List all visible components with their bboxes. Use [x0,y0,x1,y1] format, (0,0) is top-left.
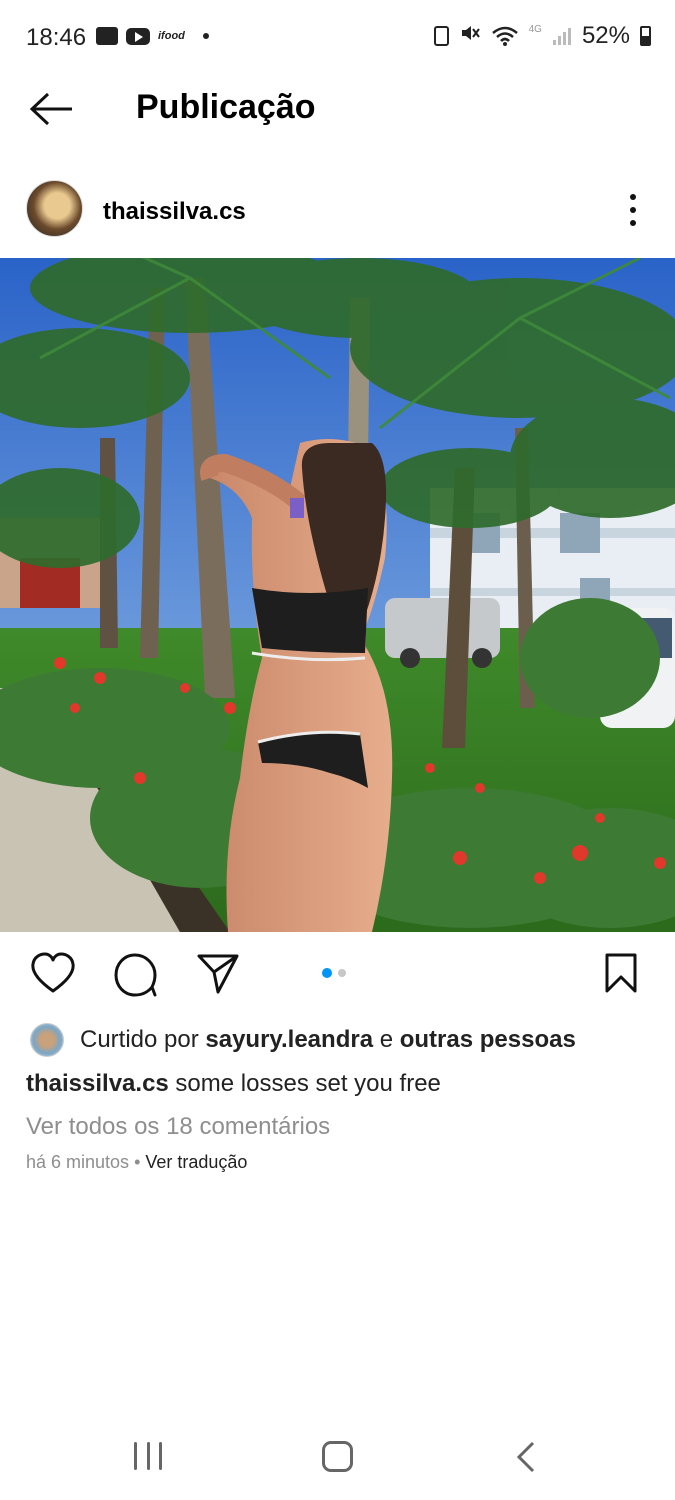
avatar[interactable] [26,180,83,237]
system-navigation-bar [0,1420,675,1500]
battery-icon [640,26,651,46]
post-caption: thaissilva.cs some losses set you free [26,1070,441,1098]
notification-icons: ifood [96,27,209,45]
arrow-left-icon[interactable] [28,90,76,128]
lock-icon [433,26,449,46]
more-notifications-dot [202,33,209,39]
post-meta: há 6 minutos • Ver tradução [26,1152,247,1173]
page-title: Publicação [136,88,316,126]
mute-icon [459,22,481,50]
post-time-ago: há 6 minutos [26,1152,130,1172]
likes-summary[interactable]: Curtido por sayury.leandra e outras pess… [30,1022,576,1058]
post-image [0,258,675,932]
likes-others[interactable]: outras pessoas [400,1026,576,1053]
likes-conjunction: e [373,1026,400,1053]
ifood-icon: ifood [158,30,185,42]
recents-icon[interactable] [134,1442,162,1470]
status-bar: 18:46 ifood 4G 52% [0,0,675,76]
more-vertical-icon[interactable] [624,194,642,226]
send-icon[interactable] [196,952,240,999]
translate-link[interactable]: Ver tradução [145,1152,247,1172]
post-username[interactable]: thaissilva.cs [103,198,246,226]
carousel-dot-active [322,968,332,978]
post-actions [0,948,675,1004]
liker-username[interactable]: sayury.leandra [205,1026,373,1053]
chevron-left-icon[interactable] [515,1440,537,1479]
post-header: thaissilva.cs [0,176,675,246]
likes-prefix: Curtido por [80,1026,206,1053]
post-photo[interactable] [0,258,675,932]
meta-separator: • [129,1152,146,1172]
heart-icon[interactable] [30,952,76,999]
caption-username[interactable]: thaissilva.cs [26,1070,169,1097]
status-time: 18:46 [26,24,87,51]
comment-icon[interactable] [113,952,159,1003]
carousel-indicator [322,968,346,978]
wifi-icon [491,25,519,47]
view-comments-link[interactable]: Ver todos os 18 comentários [26,1113,330,1141]
bookmark-icon[interactable] [603,952,639,999]
system-icons: 4G 52% [433,22,651,50]
likes-text: Curtido por sayury.leandra e outras pess… [80,1026,576,1054]
network-type-label: 4G [528,23,542,35]
battery-percent: 52% [581,22,630,49]
carousel-dot [338,969,346,977]
signal-icon [552,26,572,46]
youtube-icon [126,27,150,45]
app-header: Publicação [0,76,675,146]
home-icon[interactable] [322,1441,353,1472]
liker-avatar [30,1023,64,1057]
gallery-icon [96,27,118,45]
caption-text: some losses set you free [168,1070,441,1097]
